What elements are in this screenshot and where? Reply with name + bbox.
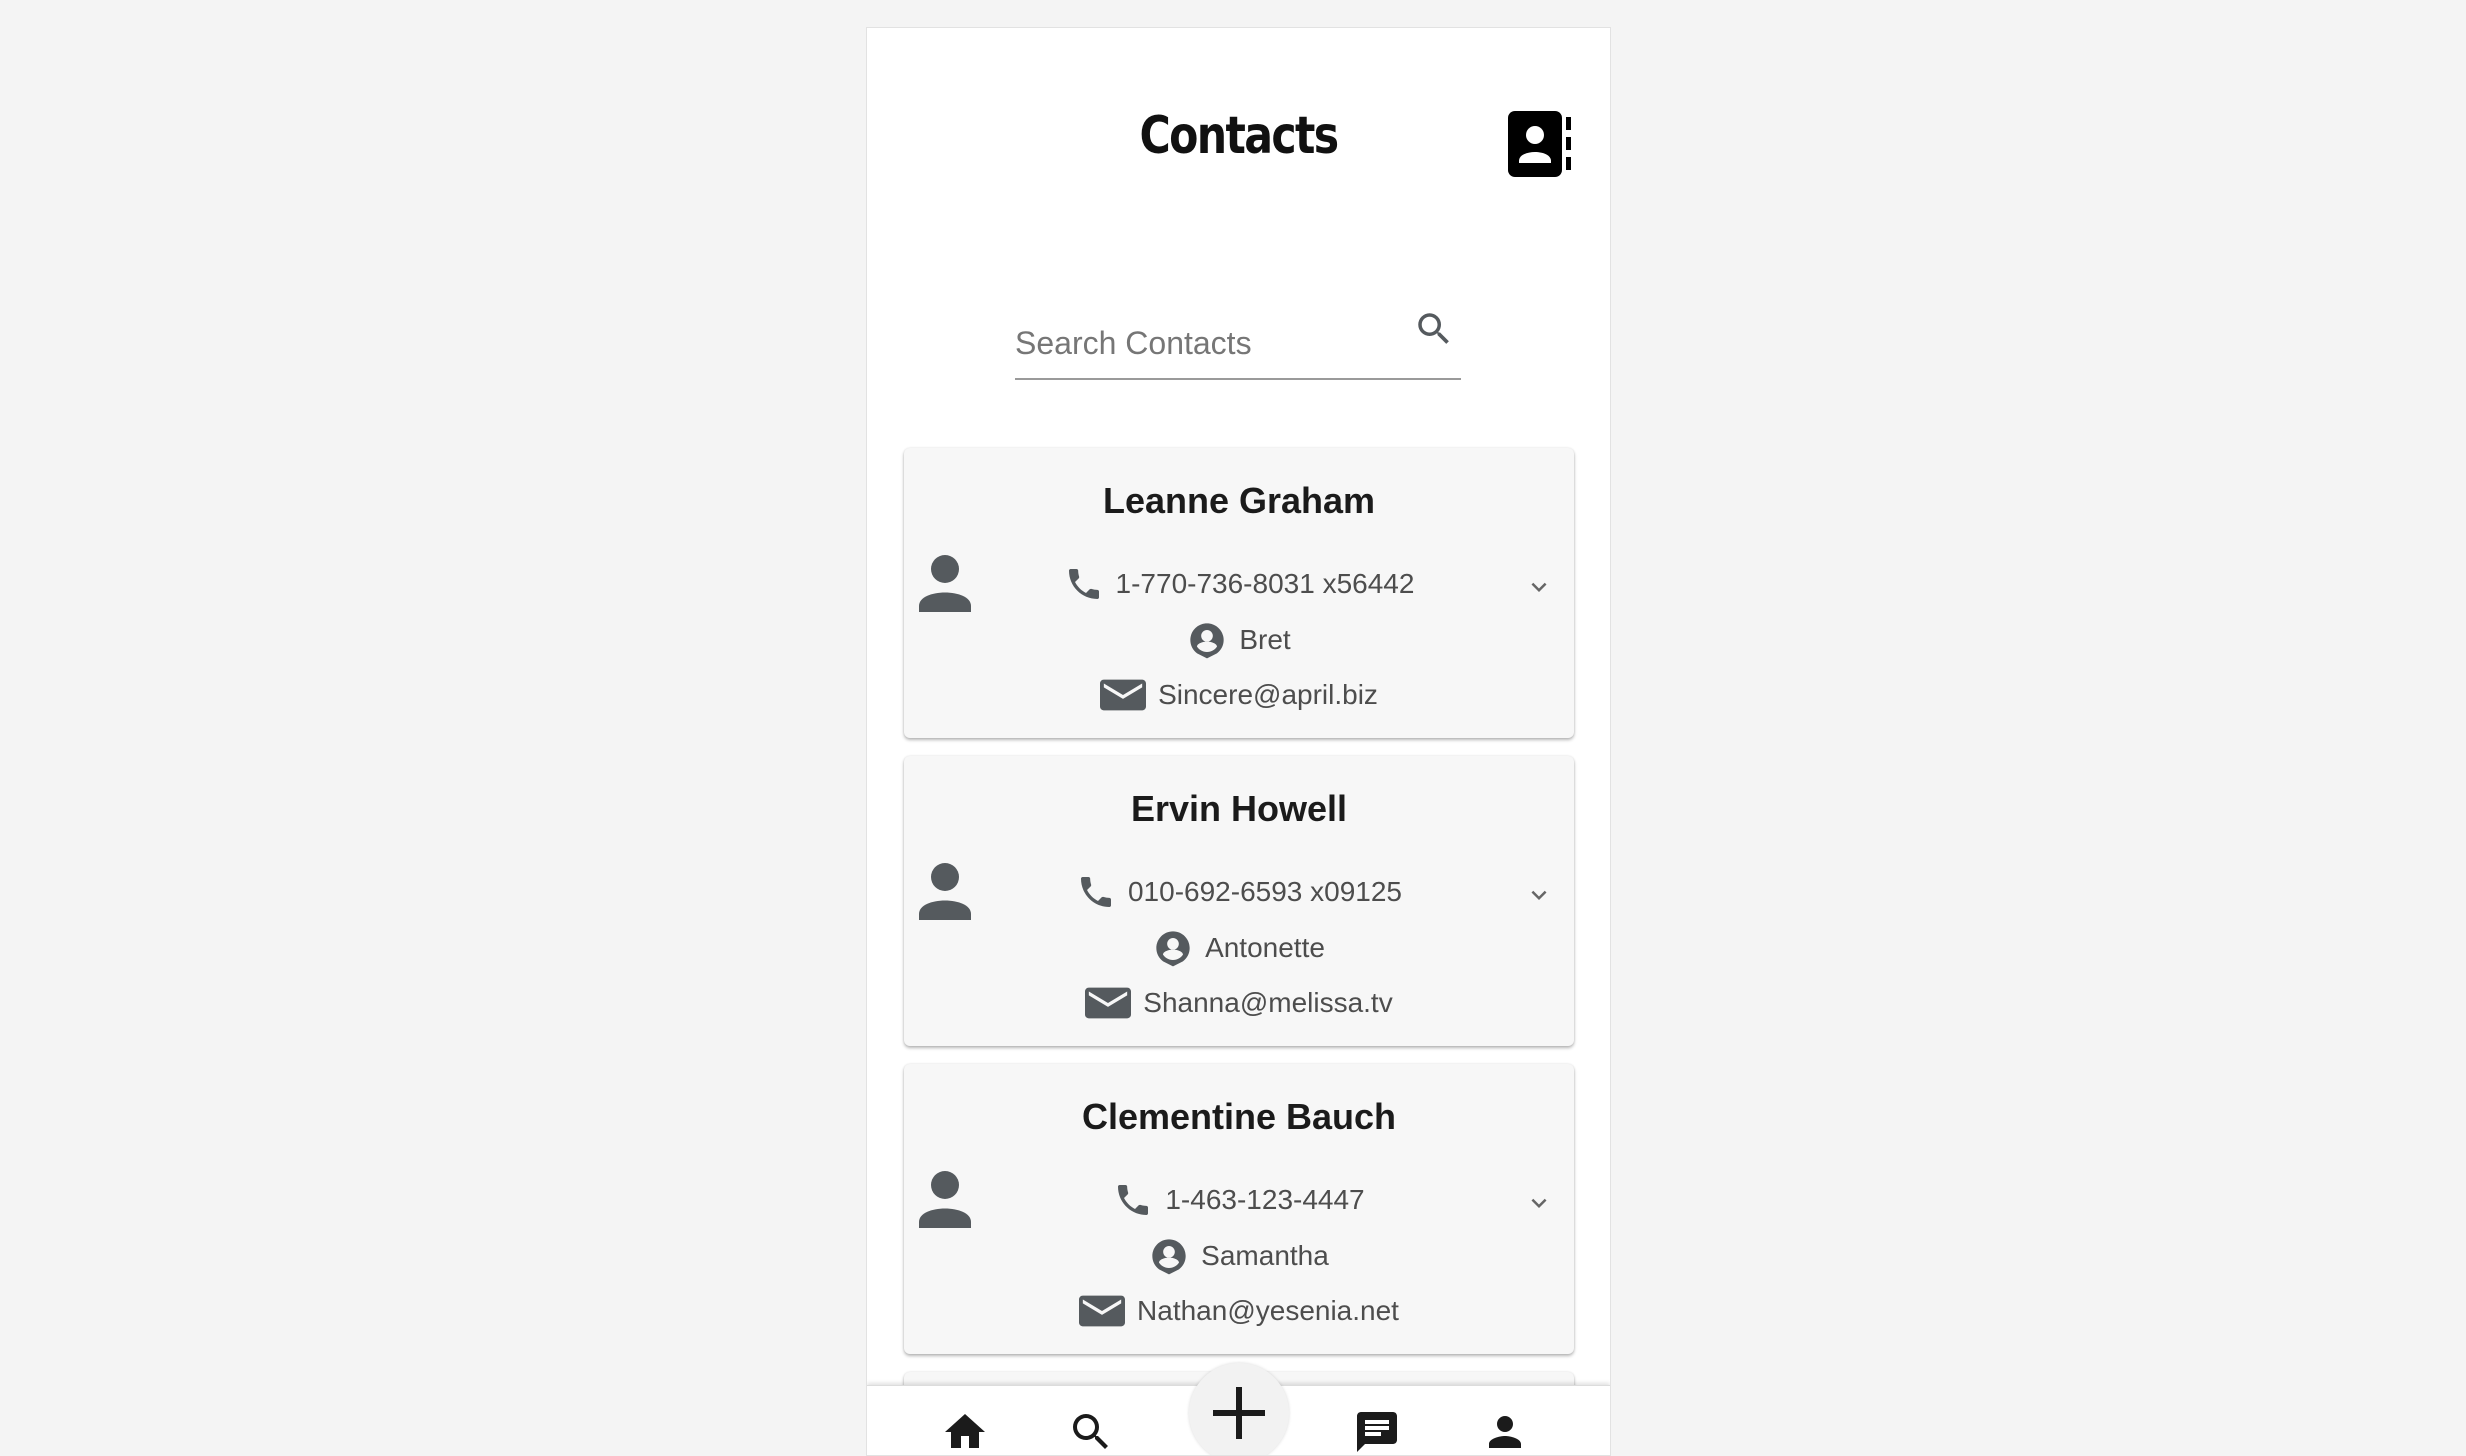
contact-email-row: Nathan@yesenia.net bbox=[904, 1291, 1574, 1331]
contact-phone-row: 1-770-736-8031 x56442 bbox=[904, 564, 1574, 604]
contact-phone-row: 1-463-123-4447 bbox=[904, 1180, 1574, 1220]
contact-phone: 010-692-6593 x09125 bbox=[1127, 876, 1402, 907]
add-icon bbox=[1213, 1387, 1265, 1439]
account-circle-icon bbox=[1156, 931, 1190, 967]
home-icon[interactable] bbox=[941, 1408, 989, 1456]
contact-email[interactable]: Sincere@april.biz bbox=[1158, 679, 1378, 711]
search-icon[interactable] bbox=[1067, 1408, 1115, 1456]
search-input[interactable] bbox=[1015, 318, 1415, 368]
contact-card[interactable]: Clementine Bauch 1-463-123-4447 Samantha bbox=[904, 1064, 1574, 1354]
contact-email[interactable]: Shanna@melissa.tv bbox=[1143, 987, 1392, 1019]
contact-username: Samantha bbox=[1201, 1240, 1329, 1271]
phone-icon bbox=[1118, 1185, 1149, 1215]
add-contact-button[interactable] bbox=[1189, 1363, 1289, 1455]
contact-name: Leanne Graham bbox=[1102, 480, 1376, 521]
mail-icon bbox=[1100, 679, 1147, 711]
contact-list: Leanne Graham 1-770-736-8031 x56442 Bret bbox=[904, 448, 1574, 1450]
contact-email-row: Shanna@melissa.tv bbox=[904, 983, 1574, 1023]
search-bar bbox=[1015, 298, 1461, 380]
contact-name: Clementine Bauch bbox=[1081, 1096, 1397, 1137]
contact-card[interactable]: Ervin Howell 010-692-6593 x09125 Antonet… bbox=[904, 756, 1574, 1046]
contacts-book-icon[interactable] bbox=[1508, 111, 1572, 177]
contact-phone: 1-770-736-8031 x56442 bbox=[1115, 568, 1415, 599]
page-title: Contacts bbox=[1139, 106, 1339, 166]
mail-icon bbox=[1079, 1295, 1126, 1327]
mail-icon bbox=[1085, 987, 1132, 1019]
contact-phone-row: 010-692-6593 x09125 bbox=[904, 872, 1574, 912]
phone-icon bbox=[1080, 877, 1111, 907]
contact-username-row: Bret bbox=[904, 620, 1574, 660]
contact-email-row: Sincere@april.biz bbox=[904, 675, 1574, 715]
contact-name: Ervin Howell bbox=[1130, 788, 1348, 829]
phone-icon bbox=[1068, 569, 1099, 599]
account-circle-icon bbox=[1152, 1239, 1186, 1275]
contact-username-row: Antonette bbox=[904, 928, 1574, 968]
contact-phone: 1-463-123-4447 bbox=[1165, 1184, 1365, 1215]
contact-username: Bret bbox=[1239, 624, 1291, 655]
contacts-app: Contacts Leanne Graham bbox=[866, 27, 1611, 1456]
account-circle-icon bbox=[1190, 623, 1224, 659]
messages-icon[interactable] bbox=[1353, 1408, 1401, 1456]
header: Contacts bbox=[867, 28, 1610, 228]
contact-username-row: Samantha bbox=[904, 1236, 1574, 1276]
search-underline bbox=[1015, 378, 1461, 380]
contact-card[interactable]: Leanne Graham 1-770-736-8031 x56442 Bret bbox=[904, 448, 1574, 738]
profile-icon[interactable] bbox=[1481, 1408, 1529, 1456]
contact-email[interactable]: Nathan@yesenia.net bbox=[1137, 1295, 1399, 1327]
search-icon[interactable] bbox=[1413, 308, 1455, 350]
contact-username: Antonette bbox=[1205, 932, 1325, 963]
